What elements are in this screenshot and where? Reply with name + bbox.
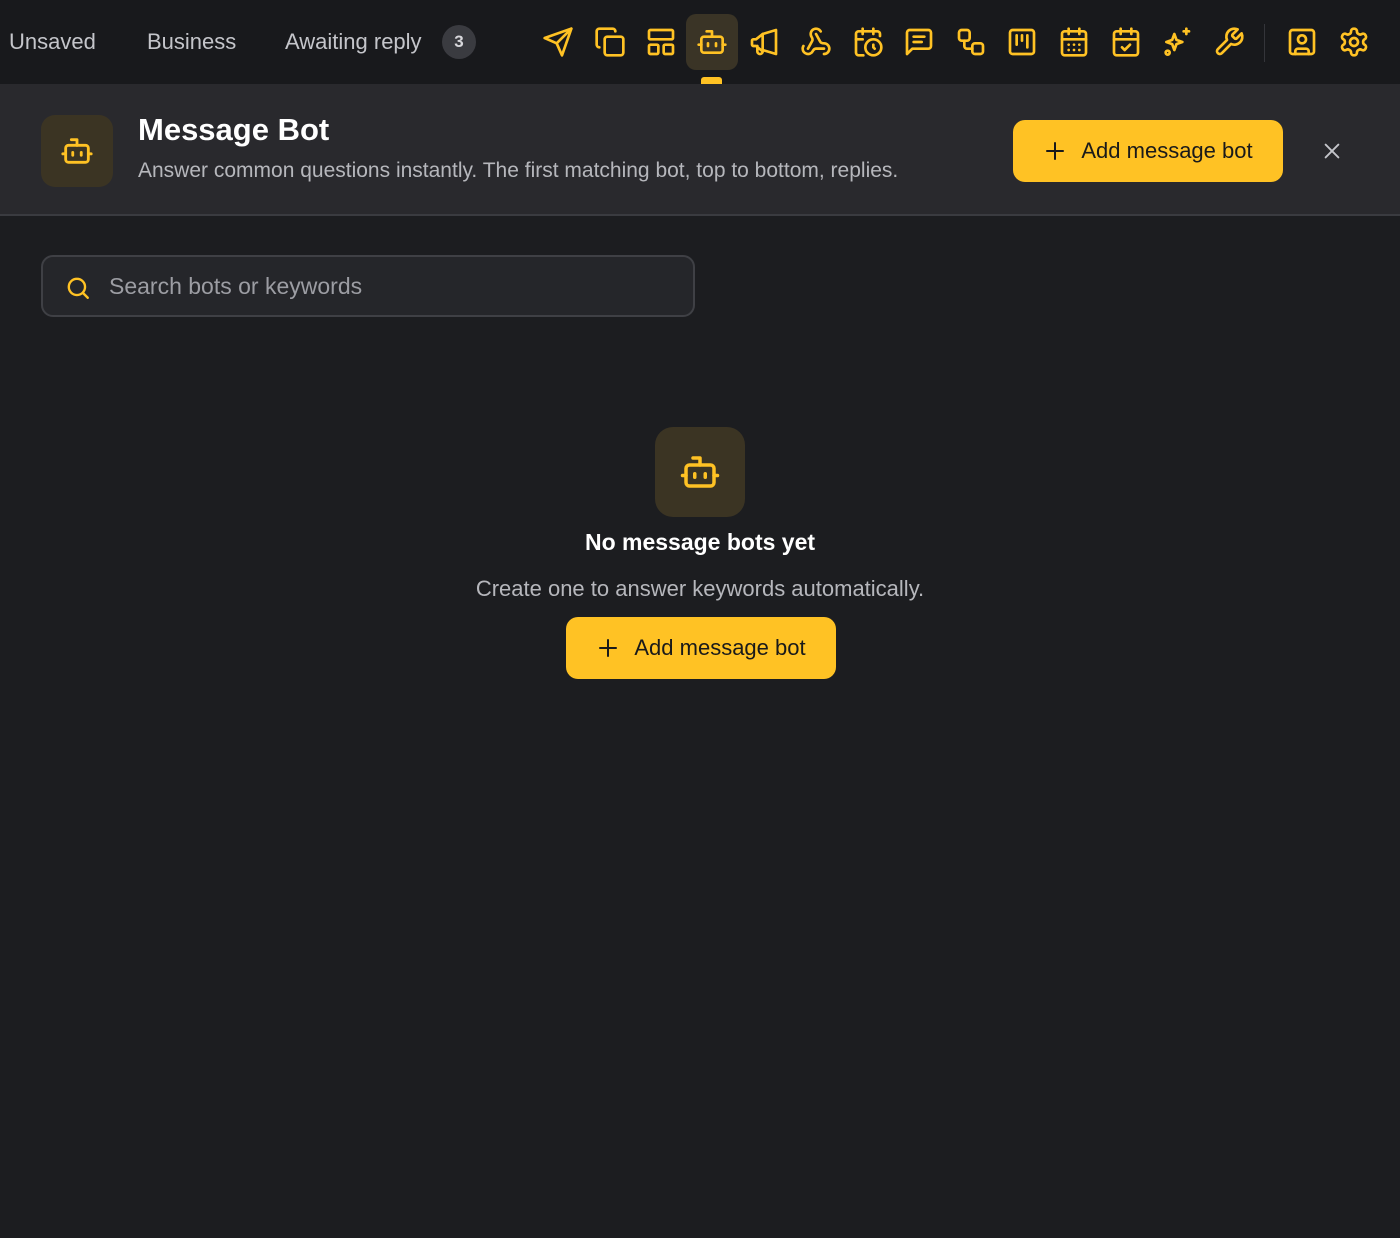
calendar-icon [1060,27,1088,57]
send-tool-button[interactable] [532,14,584,70]
bot-icon [680,456,720,488]
page-title: Message Bot [138,112,330,147]
workflow-tool-button[interactable] [945,14,997,70]
message-bot-header: Message Bot Answer common questions inst… [0,84,1400,216]
message-square-icon [905,28,933,56]
empty-state-add-message-bot-button[interactable]: Add message bot [566,617,836,679]
add-message-bot-label: Add message bot [1081,138,1253,163]
schedule-tool-button[interactable] [842,14,894,70]
broadcast-tool-button[interactable] [738,14,790,70]
empty-state-add-label: Add message bot [634,635,806,660]
plus-icon [1046,142,1065,160]
ai-tool-button[interactable] [1151,14,1203,70]
bot-icon [697,30,727,54]
header-icon-tile [41,115,113,187]
copy-tool-button[interactable] [584,14,636,70]
add-message-bot-button[interactable]: Add message bot [1013,120,1283,182]
calendar-check-icon [1112,27,1140,57]
calendar-tool-button[interactable] [1048,14,1100,70]
top-bar: Unsaved Business Awaiting reply 3 [0,0,1400,84]
wrench-icon [1215,27,1244,56]
messages-tool-button[interactable] [893,14,945,70]
tab-awaiting-reply[interactable]: Awaiting reply [285,27,422,57]
empty-state-icon-tile [655,427,745,517]
search-icon [67,277,89,299]
bot-icon [61,138,93,164]
megaphone-icon [750,28,778,56]
message-bot-tool-button[interactable] [686,14,738,70]
sparkles-icon [1164,27,1191,56]
toolbar-divider [1264,24,1265,62]
active-tool-indicator [701,77,722,84]
workflow-icon [957,28,985,56]
tab-business[interactable]: Business [147,27,236,57]
calendar-clock-icon [854,27,883,57]
settings-icon [1340,27,1368,57]
copy-icon [595,27,625,57]
page-subtitle: Answer common questions instantly. The f… [138,159,899,182]
close-button[interactable] [1316,135,1348,167]
awaiting-reply-count-badge: 3 [442,25,476,59]
webhook-icon [801,27,831,56]
search-input[interactable] [107,265,677,307]
empty-state-title: No message bots yet [584,529,816,555]
kanban-tool-button[interactable] [996,14,1048,70]
tab-unsaved[interactable]: Unsaved [9,27,96,57]
search-box [41,255,695,317]
webhook-tool-button[interactable] [790,14,842,70]
layout-icon [647,28,675,56]
send-icon [543,27,573,57]
tasks-tool-button[interactable] [1100,14,1152,70]
close-icon [1324,143,1340,159]
contact-icon [1288,28,1316,56]
layout-tool-button[interactable] [635,14,687,70]
kanban-icon [1008,28,1036,56]
plus-icon [599,639,618,657]
contacts-tool-button[interactable] [1276,14,1328,70]
settings-tool-button[interactable] [1328,14,1380,70]
tools-tool-button[interactable] [1203,14,1255,70]
empty-state-subtitle: Create one to answer keywords automatica… [475,576,925,601]
